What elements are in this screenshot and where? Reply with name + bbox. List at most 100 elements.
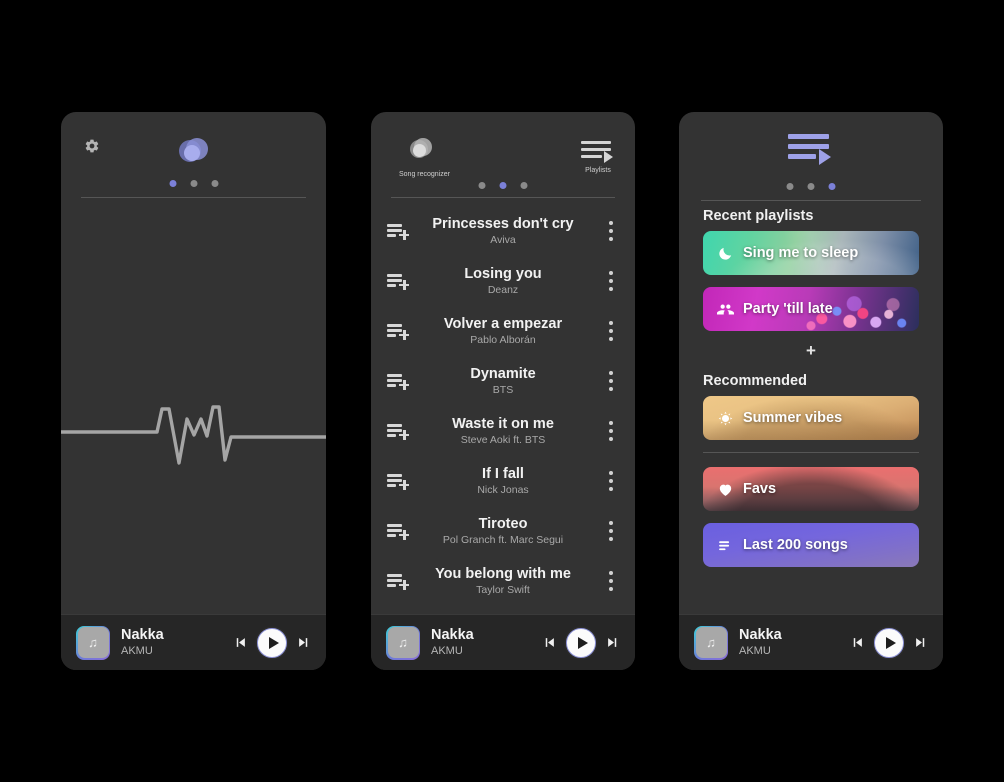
- recommended-list: Summer vibes: [679, 396, 943, 440]
- section-divider: [703, 452, 919, 453]
- player-controls: [542, 627, 620, 658]
- play-button[interactable]: [874, 627, 904, 658]
- add-to-playlist-icon[interactable]: [387, 373, 409, 390]
- header-divider: [701, 200, 921, 201]
- song-row[interactable]: Tiroteo Pol Granch ft. Marc Segui: [371, 506, 635, 556]
- song-meta: If I fall Nick Jonas: [371, 466, 635, 497]
- album-art[interactable]: ♫: [694, 625, 728, 660]
- song-meta: Dynamite BTS: [371, 366, 635, 397]
- page-dot-2[interactable]: [190, 180, 197, 187]
- song-title: Dynamite: [470, 365, 536, 382]
- song-row[interactable]: Volver a empezar Pablo Alborán: [371, 306, 635, 356]
- music-note-icon: ♫: [387, 627, 419, 658]
- now-playing-info: Nakka AKMU: [739, 627, 850, 658]
- add-to-playlist-icon[interactable]: [387, 423, 409, 440]
- playlist-name: Sing me to sleep: [743, 245, 859, 261]
- play-icon: [577, 636, 588, 649]
- recognizer-body: [61, 112, 326, 614]
- add-to-playlist-icon[interactable]: [387, 523, 409, 540]
- add-to-playlist-icon[interactable]: [387, 323, 409, 340]
- song-recognizer-button[interactable]: Song recognizer: [399, 138, 450, 178]
- song-list[interactable]: Princesses don't cry Aviva Losing you Deanz…: [371, 206, 635, 614]
- more-options-icon[interactable]: [609, 371, 613, 391]
- recent-playlists-title: Recent playlists: [703, 208, 814, 224]
- page-dot-1[interactable]: [478, 182, 486, 189]
- more-options-icon[interactable]: [609, 271, 613, 291]
- add-to-playlist-icon[interactable]: [387, 473, 409, 490]
- page-dot-2[interactable]: [807, 183, 815, 190]
- playlist-card[interactable]: Summer vibes: [703, 396, 919, 440]
- song-row[interactable]: Losing you Deanz: [371, 256, 635, 306]
- more-options-icon[interactable]: [609, 421, 613, 441]
- playlists-body: Recent playlists Sing me to sleep Party '…: [679, 112, 943, 614]
- playlist-card[interactable]: Party 'till late: [703, 287, 919, 331]
- player-controls: [850, 627, 928, 658]
- playlist-icon: [581, 139, 615, 165]
- page-dot-1[interactable]: [786, 183, 794, 190]
- playlists-content: Recent playlists Sing me to sleep Party '…: [679, 208, 943, 614]
- playlists-button[interactable]: Playlists: [581, 139, 615, 174]
- more-options-icon[interactable]: [609, 471, 613, 491]
- player-bar: ♫ Nakka AKMU: [371, 614, 635, 670]
- song-row[interactable]: You belong with me Taylor Swift: [371, 556, 635, 606]
- panel-song-list: Song recognizer Playlists Princesses don…: [371, 112, 635, 670]
- heart-icon: [717, 481, 734, 498]
- song-artist: Taylor Swift: [476, 583, 530, 596]
- now-playing-title: Nakka: [739, 627, 782, 643]
- song-row[interactable]: Waste it on me Steve Aoki ft. BTS: [371, 406, 635, 456]
- panel-song-recognizer: ♫ Nakka AKMU: [61, 112, 326, 670]
- header-divider: [81, 197, 306, 198]
- page-dot-2[interactable]: [499, 182, 507, 189]
- song-title: Princesses don't cry: [432, 215, 574, 232]
- playlists-label: Playlists: [585, 167, 611, 174]
- page-dots[interactable]: [478, 182, 528, 189]
- add-to-playlist-icon[interactable]: [387, 223, 409, 240]
- playlist-label: Summer vibes: [703, 410, 842, 427]
- play-button[interactable]: [257, 627, 287, 658]
- song-title: Losing you: [464, 265, 542, 282]
- page-dots[interactable]: [169, 180, 218, 187]
- page-dot-3[interactable]: [211, 180, 218, 187]
- playlist-card[interactable]: Favs: [703, 467, 919, 511]
- skip-next-icon[interactable]: [913, 635, 928, 650]
- song-title: Waste it on me: [452, 415, 554, 432]
- song-meta: Tiroteo Pol Granch ft. Marc Segui: [371, 516, 635, 547]
- playlist-card[interactable]: Last 200 songs: [703, 523, 919, 567]
- song-list-body: Song recognizer Playlists Princesses don…: [371, 112, 635, 614]
- skip-previous-icon[interactable]: [542, 635, 557, 650]
- song-row[interactable]: If I fall Nick Jonas: [371, 456, 635, 506]
- skip-next-icon[interactable]: [605, 635, 620, 650]
- song-row[interactable]: Dynamite BTS: [371, 356, 635, 406]
- album-art[interactable]: ♫: [386, 625, 420, 660]
- song-artist: Pol Granch ft. Marc Segui: [442, 533, 564, 546]
- more-options-icon[interactable]: [609, 521, 613, 541]
- song-row[interactable]: Princesses don't cry Aviva: [371, 206, 635, 256]
- more-options-icon[interactable]: [609, 221, 613, 241]
- skip-previous-icon[interactable]: [850, 635, 865, 650]
- page-dots[interactable]: [786, 183, 836, 190]
- song-artist: Deanz: [487, 283, 519, 296]
- play-button[interactable]: [566, 627, 596, 658]
- song-title: Volver a empezar: [443, 315, 563, 332]
- playlist-name: Party 'till late: [743, 301, 833, 317]
- people-icon: [717, 301, 734, 318]
- song-recognizer-orb-icon: [409, 138, 439, 168]
- album-art[interactable]: ♫: [76, 625, 110, 660]
- skip-previous-icon[interactable]: [233, 635, 248, 650]
- more-options-icon[interactable]: [609, 321, 613, 341]
- player-controls: [233, 627, 311, 658]
- page-dot-3[interactable]: [828, 183, 836, 190]
- playlist-name: Favs: [743, 481, 777, 497]
- add-to-playlist-icon[interactable]: [387, 573, 409, 590]
- add-playlist-button[interactable]: +: [679, 342, 943, 359]
- gear-icon[interactable]: [84, 138, 100, 154]
- more-options-icon[interactable]: [609, 571, 613, 591]
- page-dot-3[interactable]: [520, 182, 528, 189]
- skip-next-icon[interactable]: [296, 635, 311, 650]
- song-title: If I fall: [482, 465, 524, 482]
- playlist-card[interactable]: Sing me to sleep: [703, 231, 919, 275]
- add-to-playlist-icon[interactable]: [387, 273, 409, 290]
- page-dot-1[interactable]: [169, 180, 176, 187]
- song-recognizer-orb-icon[interactable]: [178, 138, 209, 168]
- playlist-label: Party 'till late: [703, 301, 833, 318]
